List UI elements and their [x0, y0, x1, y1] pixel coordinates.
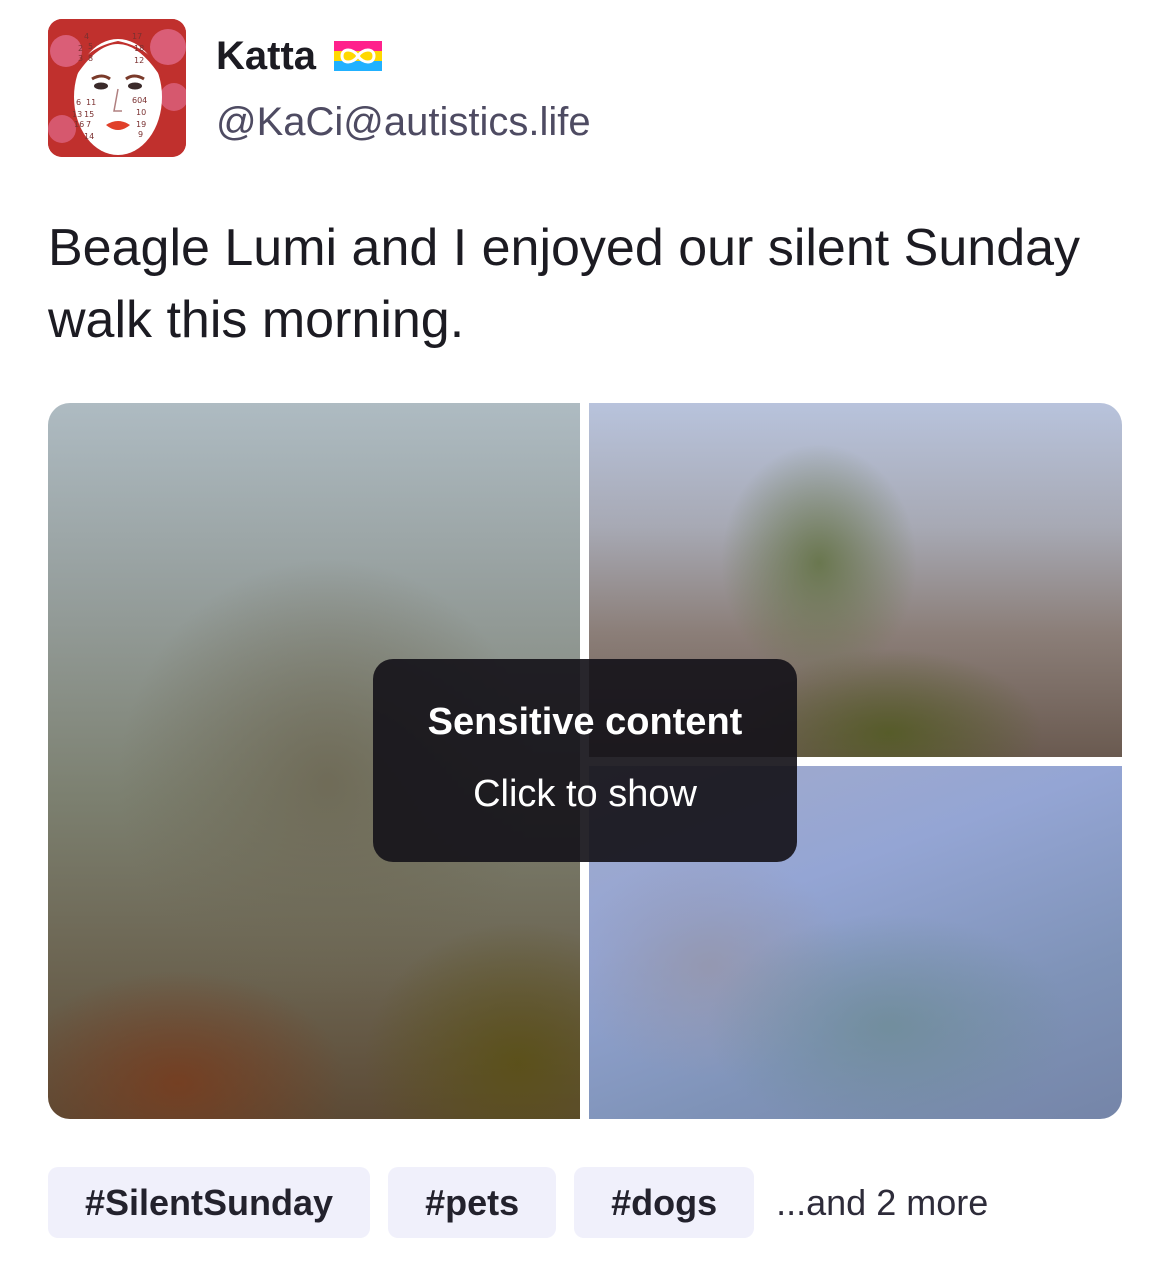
account-handle[interactable]: @KaCi@autistics.life — [216, 96, 591, 148]
avatar-number: 2 — [78, 44, 83, 53]
pansexual-infinity-flag-icon — [334, 41, 383, 71]
avatar-number: 604 — [132, 96, 147, 105]
avatar-number: 16 — [74, 120, 84, 129]
display-name-row: Katta — [216, 30, 383, 82]
sensitive-content-button[interactable]: Sensitive content Click to show — [373, 659, 797, 862]
avatar-number: 5 — [88, 42, 93, 51]
avatar-number: 18 — [134, 44, 144, 53]
avatar-number: 19 — [136, 120, 146, 129]
click-to-show-label: Click to show — [473, 772, 697, 815]
hashtag-dogs[interactable]: #dogs — [574, 1167, 755, 1238]
avatar-number: 10 — [136, 108, 146, 117]
avatar[interactable]: 4 17 2 5 18 3 8 12 6 11 604 13 15 10 16 … — [48, 19, 186, 157]
avatar-number: 7 — [86, 120, 91, 129]
display-name[interactable]: Katta — [216, 30, 316, 82]
post-card: 4 17 2 5 18 3 8 12 6 11 604 13 15 10 16 … — [0, 0, 1170, 1274]
hashtag-bar: #SilentSunday #pets #dogs ...and 2 more — [48, 1167, 988, 1238]
avatar-number: 15 — [84, 110, 94, 119]
hashtag-pets[interactable]: #pets — [388, 1167, 557, 1238]
avatar-number: 13 — [72, 110, 82, 119]
avatar-number: 9 — [138, 130, 143, 139]
avatar-number: 6 — [76, 98, 81, 107]
avatar-number: 3 — [78, 54, 83, 63]
avatar-number: 8 — [88, 54, 93, 63]
avatar-number: 4 — [84, 32, 89, 41]
avatar-number: 11 — [86, 98, 96, 107]
avatar-number: 14 — [84, 132, 94, 141]
avatar-face-icon: 4 17 2 5 18 3 8 12 6 11 604 13 15 10 16 … — [48, 19, 186, 157]
more-tags-link[interactable]: ...and 2 more — [776, 1182, 988, 1224]
avatar-number: 12 — [134, 56, 144, 65]
sensitive-content-title: Sensitive content — [427, 700, 743, 743]
media-gallery[interactable]: Sensitive content Click to show — [48, 403, 1122, 1119]
hashtag-silentsunday[interactable]: #SilentSunday — [48, 1167, 371, 1238]
avatar-number: 17 — [132, 32, 142, 41]
post-text: Beagle Lumi and I enjoyed our silent Sun… — [48, 219, 1081, 349]
